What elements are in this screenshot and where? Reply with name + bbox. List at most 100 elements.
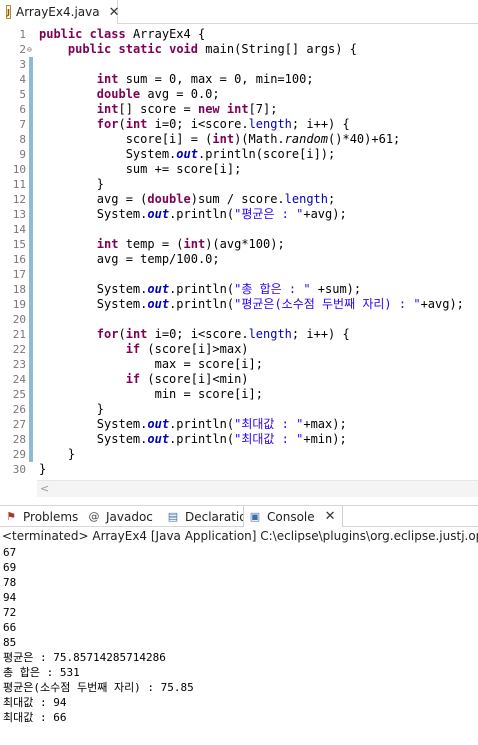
- line-number: 17: [12, 268, 26, 281]
- tab-label: Problems: [23, 509, 79, 524]
- tab-label: Console: [267, 509, 315, 524]
- code-line[interactable]: 27 System.out.println("최대값 : "+max);: [0, 417, 478, 432]
- tab-console[interactable]: ▣ Console ✕: [243, 506, 343, 527]
- console-line: 85: [3, 636, 17, 649]
- code-line[interactable]: 25 min = score[i];: [0, 387, 478, 402]
- line-number: 25: [12, 388, 26, 401]
- line-number: 13: [12, 208, 26, 221]
- code-line[interactable]: 3: [0, 57, 478, 72]
- code-line[interactable]: 18 System.out.println("총 합은 : " +sum);: [0, 282, 478, 297]
- line-number: 12: [12, 193, 26, 206]
- line-number: 26: [12, 403, 26, 416]
- code-line[interactable]: 6 int[] score = new int[7];: [0, 102, 478, 117]
- code-text: System.out.println("평균은(소수점 두번째 자리) : "+…: [39, 297, 464, 311]
- quick-diff-bar: [29, 177, 33, 192]
- console-line: 72: [3, 606, 17, 619]
- line-number: 7: [19, 118, 26, 131]
- quick-diff-bar: [29, 252, 33, 267]
- code-text: if (score[i]>max): [125, 342, 249, 356]
- code-line[interactable]: 11 }: [0, 177, 478, 192]
- code-line[interactable]: 7 for(int i=0; i<score.length; i++) {: [0, 117, 478, 132]
- code-text: avg = temp/100.0;: [39, 252, 220, 266]
- code-line[interactable]: 13 System.out.println("평균은 : "+avg);: [0, 207, 478, 222]
- code-line[interactable]: 4 int sum = 0, max = 0, min=100;: [0, 72, 478, 87]
- quick-diff-bar: [29, 207, 33, 222]
- console-icon: ▣: [249, 510, 261, 523]
- code-line[interactable]: 24 if (score[i]<min): [0, 372, 478, 387]
- scroll-left-icon[interactable]: <: [40, 482, 49, 495]
- code-editor[interactable]: 1 public class ArrayEx4 {2 ⊖ public static…: [0, 25, 478, 480]
- line-number: 27: [12, 418, 26, 431]
- quick-diff-bar: [29, 327, 33, 342]
- line-number: 16: [12, 253, 26, 266]
- console-line: 최대값 : 94: [3, 696, 67, 709]
- code-text: public class ArrayEx4 {: [39, 27, 206, 41]
- tab-problems[interactable]: ⚑ Problems: [4, 506, 78, 527]
- quick-diff-bar: [29, 147, 33, 162]
- code-text: for(int i=0; i<score.length; i++) {: [96, 117, 350, 131]
- code-line[interactable]: 17: [0, 267, 478, 282]
- code-line[interactable]: 20: [0, 312, 478, 327]
- quick-diff-bar: [29, 372, 33, 387]
- line-number: 11: [12, 178, 26, 191]
- line-number: 19: [12, 298, 26, 311]
- line-number: 1: [19, 28, 26, 41]
- console-output[interactable]: 67 69 78 94 72 66 85 평균은 : 75.85714285714286 총 합…: [0, 545, 478, 745]
- line-number: 18: [12, 283, 26, 296]
- quick-diff-bar: [29, 297, 33, 312]
- editor-tab-arrayex4[interactable]: J ArrayEx4.java ✕: [0, 0, 120, 24]
- code-line[interactable]: 16 avg = temp/100.0;: [0, 252, 478, 267]
- code-text: sum += score[i];: [39, 162, 242, 176]
- code-line[interactable]: 28 System.out.println("최대값 : "+min);: [0, 432, 478, 447]
- line-number: 28: [12, 433, 26, 446]
- code-line[interactable]: 9 System.out.println(score[i]);: [0, 147, 478, 162]
- quick-diff-bar: [29, 117, 33, 132]
- quick-diff-bar: [29, 432, 33, 447]
- line-number: 21: [12, 328, 26, 341]
- fold-collapse-icon[interactable]: ⊖: [27, 42, 36, 57]
- code-text: int[] score = new int[7];: [96, 102, 278, 116]
- code-text: int temp = (int)(avg*100);: [96, 237, 285, 251]
- code-text: }: [39, 177, 105, 191]
- quick-diff-bar: [29, 87, 33, 102]
- close-icon[interactable]: ✕: [325, 509, 336, 524]
- quick-diff-bar: [29, 102, 33, 117]
- close-icon[interactable]: ✕: [109, 5, 120, 20]
- code-line[interactable]: 19 System.out.println("평균은(소수점 두번째 자리) :…: [0, 297, 478, 312]
- problems-icon: ⚑: [6, 510, 16, 523]
- java-file-icon: J: [6, 5, 11, 19]
- code-text: }: [39, 402, 105, 416]
- code-text: }: [39, 447, 76, 461]
- code-text: avg = (double)sum / score.length;: [39, 192, 336, 206]
- console-line: 94: [3, 591, 17, 604]
- line-number: 2: [19, 43, 26, 56]
- code-line[interactable]: 26 }: [0, 402, 478, 417]
- code-line[interactable]: 23 max = score[i];: [0, 357, 478, 372]
- console-line: 66: [3, 621, 17, 634]
- line-number: 5: [19, 88, 26, 101]
- quick-diff-bar: [29, 132, 33, 147]
- code-line[interactable]: 10 sum += score[i];: [0, 162, 478, 177]
- horizontal-scrollbar[interactable]: <: [37, 480, 478, 497]
- code-line[interactable]: 15 int temp = (int)(avg*100);: [0, 237, 478, 252]
- code-text: }: [39, 462, 47, 476]
- quick-diff-bar: [29, 267, 33, 282]
- code-line[interactable]: 30}: [0, 462, 478, 477]
- tab-javadoc[interactable]: @ Javadoc: [87, 506, 153, 527]
- quick-diff-bar: [29, 342, 33, 357]
- line-number: 4: [19, 73, 26, 86]
- code-line[interactable]: 8 score[i] = (int)(Math.random()*40)+61;: [0, 132, 478, 147]
- quick-diff-bar: [29, 222, 33, 237]
- panel-tab-bar: ⚑ Problems @ Javadoc ▤ Declaration ▣ Console ✕: [0, 505, 478, 527]
- code-text: System.out.println("총 합은 : " +sum);: [39, 282, 362, 296]
- code-line[interactable]: 12 avg = (double)sum / score.length;: [0, 192, 478, 207]
- code-line[interactable]: 22 if (score[i]>max): [0, 342, 478, 357]
- code-line[interactable]: 5 double avg = 0.0;: [0, 87, 478, 102]
- code-line[interactable]: 29 }: [0, 447, 478, 462]
- code-line[interactable]: 14: [0, 222, 478, 237]
- line-number: 30: [12, 463, 26, 476]
- code-line[interactable]: 21 for(int i=0; i<score.length; i++) {: [0, 327, 478, 342]
- tab-declaration[interactable]: ▤ Declaration: [166, 506, 254, 527]
- code-line[interactable]: 2 ⊖ public static void main(String[] args…: [0, 42, 478, 57]
- code-line[interactable]: 1 public class ArrayEx4 {: [0, 27, 478, 42]
